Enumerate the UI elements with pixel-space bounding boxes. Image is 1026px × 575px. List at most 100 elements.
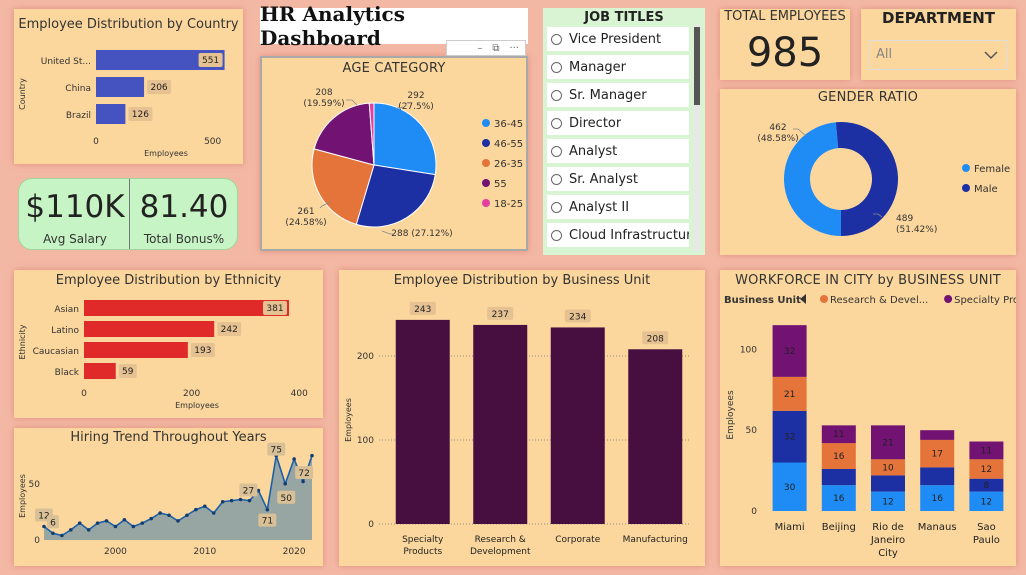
kpi-card: $110K Avg Salary 81.40 Total Bonus% xyxy=(18,178,238,250)
job-title-label: Sr. Analyst xyxy=(569,171,638,187)
job-title-option[interactable]: Cloud Infrastructure... xyxy=(547,223,689,247)
avg-salary-value: $110K xyxy=(25,189,125,225)
y-tick-label: 100 xyxy=(357,436,374,446)
radio-button[interactable] xyxy=(551,89,562,101)
y-axis-title: Ethnicity xyxy=(18,324,27,359)
legend-dot xyxy=(482,139,490,147)
bar xyxy=(84,363,116,379)
x-tick-label: 2010 xyxy=(193,547,216,557)
pie-slice xyxy=(373,102,437,176)
job-title-label: Manager xyxy=(569,59,626,75)
city-chart-card: WORKFORCE IN CITY by BUSINESS UNIT Busin… xyxy=(720,270,1016,566)
x-tick-label: 2000 xyxy=(104,547,127,557)
bar xyxy=(628,349,683,524)
gender-donut-chart: Female Male 462(48.58%) 489(51.42%) xyxy=(757,121,1010,236)
y-tick-label: 0 xyxy=(34,536,40,546)
job-title-option[interactable]: Vice President xyxy=(547,27,689,51)
radio-button[interactable] xyxy=(551,33,562,45)
job-title-option[interactable]: Sr. Analyst xyxy=(547,167,689,191)
legend-title: Business Unit xyxy=(724,295,801,306)
data-label: 208 xyxy=(647,334,664,344)
radio-button[interactable] xyxy=(551,229,562,241)
data-point xyxy=(310,453,314,458)
legend-dot xyxy=(944,295,953,303)
data-label: 16 xyxy=(931,494,943,504)
legend-dot xyxy=(482,179,490,187)
job-title-option[interactable]: Sr. Manager xyxy=(547,83,689,107)
department-label: DEPARTMENT xyxy=(882,9,995,27)
age-chart-card[interactable]: – ⧉ ··· AGE CATEGORY 36-45 46-55 26-35 55 18… xyxy=(260,40,528,251)
more-options-icon[interactable]: ··· xyxy=(509,43,519,54)
data-label: 381 xyxy=(266,304,283,314)
category-label: Latino xyxy=(51,326,79,336)
x-tick-label: Manufacturing xyxy=(623,535,688,545)
data-point xyxy=(77,521,82,525)
y-axis-title: Country xyxy=(18,78,27,110)
data-point xyxy=(229,498,234,503)
radio-button[interactable] xyxy=(551,145,562,157)
stacked-bar-segment xyxy=(821,468,856,486)
data-point xyxy=(301,479,305,484)
radio-button[interactable] xyxy=(551,173,562,185)
x-tick-label: Corporate xyxy=(555,535,600,545)
radio-button[interactable] xyxy=(551,117,562,129)
bar xyxy=(473,324,528,524)
data-label: 32 xyxy=(784,433,795,443)
job-titles-title: JOB TITLES xyxy=(584,10,664,25)
data-label: 12 xyxy=(981,497,992,507)
stacked-bar-segment xyxy=(920,430,955,440)
job-title-label: Vice President xyxy=(569,31,662,47)
scrollbar-thumb[interactable] xyxy=(694,27,700,105)
data-point xyxy=(158,511,162,515)
x-tick-label: Miami xyxy=(775,522,805,533)
x-tick-label: Specialty xyxy=(402,535,444,545)
data-label-percent: (48.58%) xyxy=(757,134,798,144)
total-employees-card: TOTAL EMPLOYEES 985 xyxy=(720,9,850,80)
data-label: 30 xyxy=(784,483,796,493)
filter-icon[interactable]: – xyxy=(477,43,482,54)
data-point xyxy=(194,507,198,512)
data-label-percent: (24.58%) xyxy=(285,218,326,228)
avg-salary-label: Avg Salary xyxy=(43,232,107,246)
job-title-label: Sr. Manager xyxy=(569,87,647,103)
pie-slice xyxy=(835,121,899,236)
visual-toolbar: – ⧉ ··· xyxy=(446,40,526,56)
data-label: 237 xyxy=(492,310,509,320)
country-chart: United St... 551 China 206 Brazil 126 0 500 Empl… xyxy=(18,50,225,158)
job-title-label: Analyst xyxy=(569,143,618,159)
data-point xyxy=(203,504,207,509)
legend-dot xyxy=(962,184,970,192)
radio-button[interactable] xyxy=(551,201,562,213)
legend-label: Specialty Pro... xyxy=(954,295,1016,306)
data-point xyxy=(149,516,153,521)
data-label: 8 xyxy=(984,481,990,491)
data-label: 208 xyxy=(315,88,332,98)
job-titles-scrollbar[interactable] xyxy=(694,25,700,251)
legend-label: 55 xyxy=(494,179,507,190)
legend-label: Male xyxy=(974,184,998,195)
data-point xyxy=(167,513,171,518)
dashboard-title: HR Analytics Dashboard xyxy=(260,2,528,50)
data-label: 71 xyxy=(262,517,273,527)
job-title-option[interactable]: Analyst xyxy=(547,139,689,163)
y-tick-label: 0 xyxy=(368,520,374,530)
bar xyxy=(84,321,215,337)
job-title-option[interactable]: Analyst II xyxy=(547,195,689,219)
job-title-option[interactable]: Director xyxy=(547,111,689,135)
data-label: 242 xyxy=(221,325,238,335)
department-dropdown[interactable]: All xyxy=(869,40,1007,70)
category-label: Asian xyxy=(54,305,79,315)
bar xyxy=(96,77,145,97)
focus-mode-icon[interactable]: ⧉ xyxy=(492,43,499,54)
data-label: 6 xyxy=(50,518,56,528)
radio-button[interactable] xyxy=(551,61,562,73)
legend-label: Female xyxy=(974,164,1010,175)
data-point xyxy=(140,521,145,525)
legend-label: 46-55 xyxy=(494,139,523,150)
x-tick-label: 400 xyxy=(291,389,308,399)
data-label: 75 xyxy=(271,446,282,456)
data-label: 32 xyxy=(784,347,795,357)
data-label: 16 xyxy=(833,494,845,504)
total-employees-value: 985 xyxy=(746,30,824,76)
job-title-option[interactable]: Manager xyxy=(547,55,689,79)
